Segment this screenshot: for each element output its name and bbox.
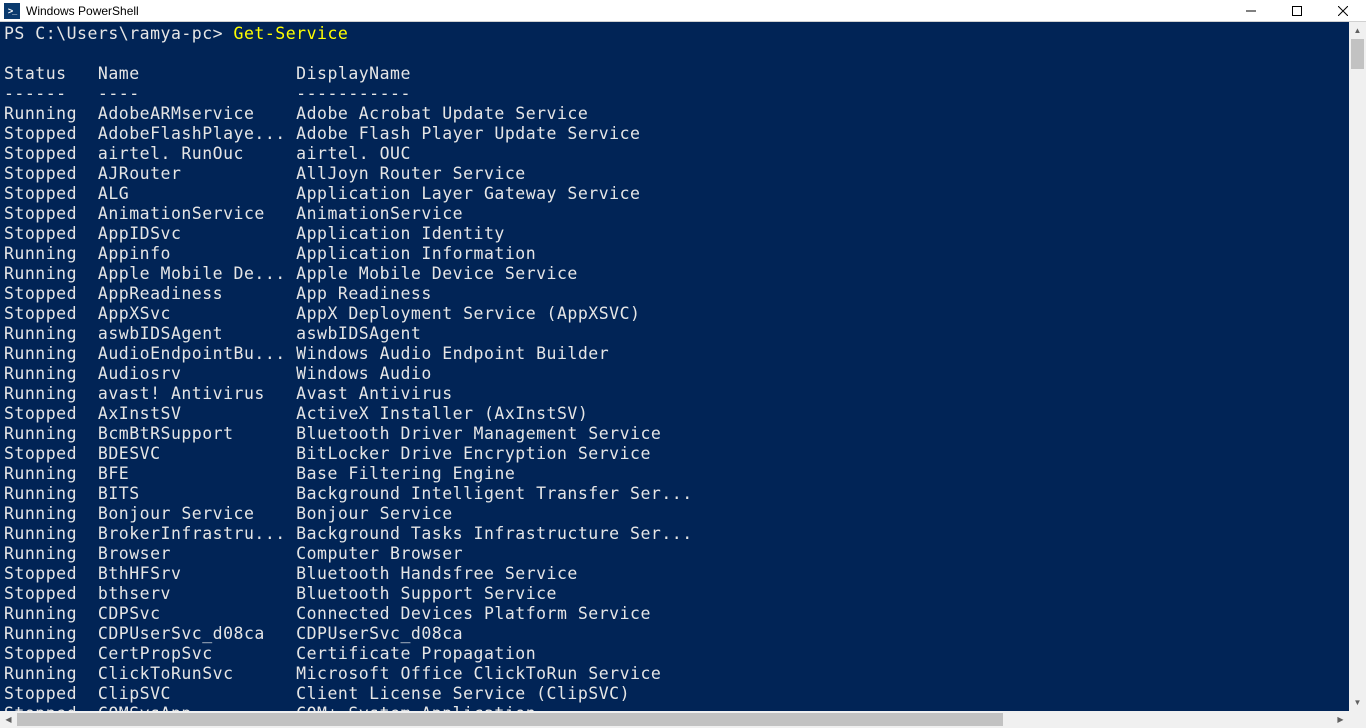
horizontal-scrollbar-track[interactable]	[17, 711, 1332, 728]
minimize-button[interactable]	[1228, 0, 1274, 22]
command-text: Get-Service	[234, 24, 349, 43]
scroll-up-button[interactable]: ▲	[1349, 22, 1366, 39]
scroll-down-button[interactable]: ▼	[1349, 694, 1366, 711]
prompt-text: PS C:\Users\ramya-pc>	[4, 24, 234, 43]
horizontal-scrollbar[interactable]: ◀ ▶	[0, 711, 1366, 728]
scroll-right-button[interactable]: ▶	[1332, 711, 1349, 728]
scrollbar-corner	[1349, 711, 1366, 728]
titlebar[interactable]: Windows PowerShell	[0, 0, 1366, 22]
vertical-scrollbar-track[interactable]	[1349, 39, 1366, 694]
terminal-output[interactable]: PS C:\Users\ramya-pc> Get-Service Status…	[0, 22, 1349, 711]
powershell-window: Windows PowerShell PS C:\Users\ramya-pc>…	[0, 0, 1366, 728]
scroll-left-button[interactable]: ◀	[0, 711, 17, 728]
content-area: PS C:\Users\ramya-pc> Get-Service Status…	[0, 22, 1366, 711]
window-title: Windows PowerShell	[26, 4, 139, 18]
maximize-button[interactable]	[1274, 0, 1320, 22]
horizontal-scrollbar-thumb[interactable]	[17, 713, 1003, 726]
vertical-scrollbar[interactable]: ▲ ▼	[1349, 22, 1366, 711]
powershell-icon	[4, 3, 20, 19]
vertical-scrollbar-thumb[interactable]	[1351, 39, 1364, 69]
close-button[interactable]	[1320, 0, 1366, 22]
